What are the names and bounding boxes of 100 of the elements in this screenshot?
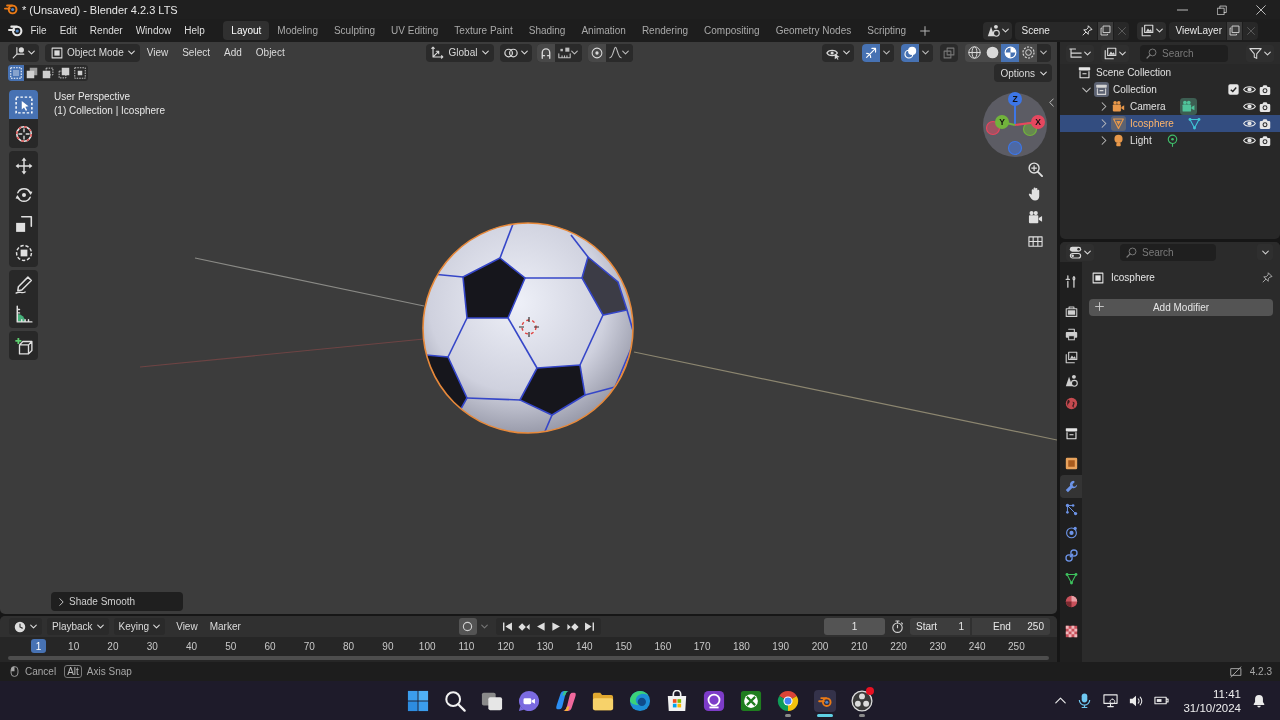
- skip-start-icon[interactable]: [501, 621, 513, 632]
- editor-type-button[interactable]: [8, 43, 39, 62]
- view-layer-field[interactable]: ViewLayer: [1169, 21, 1226, 40]
- workspace-tab[interactable]: Animation: [573, 21, 634, 40]
- workspace-tab[interactable]: Sculpting: [325, 21, 384, 40]
- camera-icon[interactable]: [1259, 83, 1271, 96]
- chevron-up-icon[interactable]: [1055, 697, 1067, 704]
- menu-dropdown[interactable]: Keying: [113, 618, 166, 635]
- three-dots-circle-icon[interactable]: [851, 689, 873, 712]
- menu-item[interactable]: Select: [175, 43, 217, 62]
- menu-item[interactable]: Marker: [203, 618, 247, 635]
- options-dropdown[interactable]: Options: [993, 64, 1052, 82]
- pivot-dropdown[interactable]: [500, 43, 533, 62]
- axis-handle[interactable]: [1014, 115, 1045, 129]
- search-field[interactable]: Search: [1120, 243, 1216, 261]
- snap-target-dropdown[interactable]: [555, 43, 583, 62]
- search-icon[interactable]: [444, 689, 466, 712]
- play-reverse-icon[interactable]: [534, 621, 546, 632]
- menu-item[interactable]: File: [24, 21, 54, 40]
- axis-handle[interactable]: [995, 115, 1016, 129]
- blender-logo-icon[interactable]: [814, 689, 836, 712]
- workspace-tab[interactable]: Shading: [520, 21, 574, 40]
- playhead[interactable]: 1: [31, 639, 46, 653]
- duplicate-button[interactable]: [1098, 21, 1114, 40]
- timeline-scrollbar[interactable]: [8, 656, 1049, 660]
- close-icon[interactable]: [1255, 4, 1266, 15]
- axis-handle[interactable]: [1008, 92, 1022, 126]
- workspace-tab[interactable]: UV Editing: [383, 21, 447, 40]
- camera-icon[interactable]: [1259, 100, 1271, 113]
- outliner-row[interactable]: Icosphere: [1060, 115, 1280, 132]
- clock-date[interactable]: 31/10/2024: [1183, 700, 1241, 715]
- filter-dropdown[interactable]: [1246, 44, 1274, 62]
- selectability-dropdown[interactable]: [822, 43, 854, 62]
- shading-button[interactable]: [965, 43, 983, 62]
- segmented-circle-icon[interactable]: [777, 689, 799, 712]
- x-tile-icon[interactable]: [740, 689, 762, 712]
- pin-icon[interactable]: [1262, 272, 1273, 283]
- outliner-row[interactable]: Collection: [1060, 81, 1280, 98]
- outliner-row[interactable]: Camera: [1060, 98, 1280, 115]
- menu-dropdown[interactable]: Playback: [47, 618, 109, 635]
- workspace-tab[interactable]: Texture Paint: [446, 21, 521, 40]
- editor-type-button[interactable]: [1066, 243, 1094, 261]
- menu-item[interactable]: Window: [129, 21, 178, 40]
- end-frame-field[interactable]: End 250: [972, 618, 1050, 635]
- checkbox[interactable]: [1227, 84, 1239, 95]
- gizmo-toggle[interactable]: [862, 43, 880, 62]
- workspace-tab[interactable]: Modeling: [269, 21, 326, 40]
- scene-field[interactable]: Scene: [1015, 21, 1098, 40]
- shading-button[interactable]: [1001, 43, 1019, 62]
- select-mode-button[interactable]: [40, 65, 56, 81]
- workspace-tab[interactable]: Compositing: [696, 21, 768, 40]
- chevron-right-icon[interactable]: [1100, 136, 1107, 145]
- minimize-icon[interactable]: [1177, 8, 1188, 11]
- menu-item[interactable]: View: [139, 43, 176, 62]
- workspace-tab[interactable]: Scripting: [859, 21, 915, 40]
- eye-icon[interactable]: [1242, 134, 1256, 147]
- wave-logo-icon[interactable]: [629, 689, 651, 712]
- movie-camera-icon[interactable]: [1028, 210, 1043, 225]
- scene-type-button[interactable]: [983, 21, 1013, 40]
- orientation-dropdown[interactable]: Global: [425, 43, 495, 62]
- select-mode-button[interactable]: [24, 65, 40, 81]
- eye-icon[interactable]: [1242, 100, 1256, 113]
- axis-handle[interactable]: [985, 120, 1001, 136]
- video-chat-icon[interactable]: [518, 689, 540, 712]
- restore-icon[interactable]: [1216, 4, 1227, 15]
- falloff-dropdown[interactable]: [606, 43, 634, 62]
- auto-keying-toggle[interactable]: [458, 618, 477, 635]
- workspace-tab[interactable]: Layout: [223, 21, 270, 40]
- overlay-toggle[interactable]: [901, 43, 919, 62]
- shopping-bag-icon[interactable]: [666, 689, 688, 712]
- outliner-row[interactable]: Scene Collection: [1060, 64, 1280, 81]
- editor-type-button[interactable]: [1066, 44, 1094, 62]
- chevron-down-icon[interactable]: [1082, 86, 1091, 93]
- overlay-dropdown[interactable]: [919, 43, 933, 62]
- last-operator-panel[interactable]: Shade Smooth: [51, 592, 183, 611]
- editor-type-button[interactable]: [9, 618, 42, 635]
- camera-icon[interactable]: [1259, 134, 1271, 147]
- shading-dropdown[interactable]: [1037, 43, 1051, 62]
- current-frame-field[interactable]: 1: [824, 618, 885, 635]
- proportional-toggle[interactable]: [588, 43, 607, 62]
- windows-logo-icon[interactable]: [407, 689, 429, 712]
- duplicate-button[interactable]: [1227, 21, 1242, 40]
- shading-button[interactable]: [1019, 43, 1037, 62]
- skip-end-icon[interactable]: [583, 621, 595, 632]
- display-mode-dropdown[interactable]: [1101, 44, 1129, 62]
- chevron-right-icon[interactable]: [1100, 119, 1107, 128]
- select-mode-button[interactable]: [8, 65, 24, 81]
- camera-icon[interactable]: [1259, 117, 1271, 130]
- options-dropdown[interactable]: [1257, 244, 1273, 260]
- mode-dropdown[interactable]: Object Mode: [45, 43, 140, 62]
- select-mode-button[interactable]: [72, 65, 88, 81]
- zoom-in-icon[interactable]: [1028, 162, 1043, 177]
- speaker-icon[interactable]: [1129, 693, 1144, 708]
- eye-icon[interactable]: [1242, 117, 1256, 130]
- monitor-icon[interactable]: [1103, 693, 1119, 708]
- microphone-icon[interactable]: [1077, 693, 1093, 708]
- menu-item[interactable]: View: [170, 618, 204, 635]
- menu-item[interactable]: Edit: [53, 21, 84, 40]
- stopwatch-icon[interactable]: [891, 620, 904, 633]
- chevron-right-icon[interactable]: [1100, 102, 1107, 111]
